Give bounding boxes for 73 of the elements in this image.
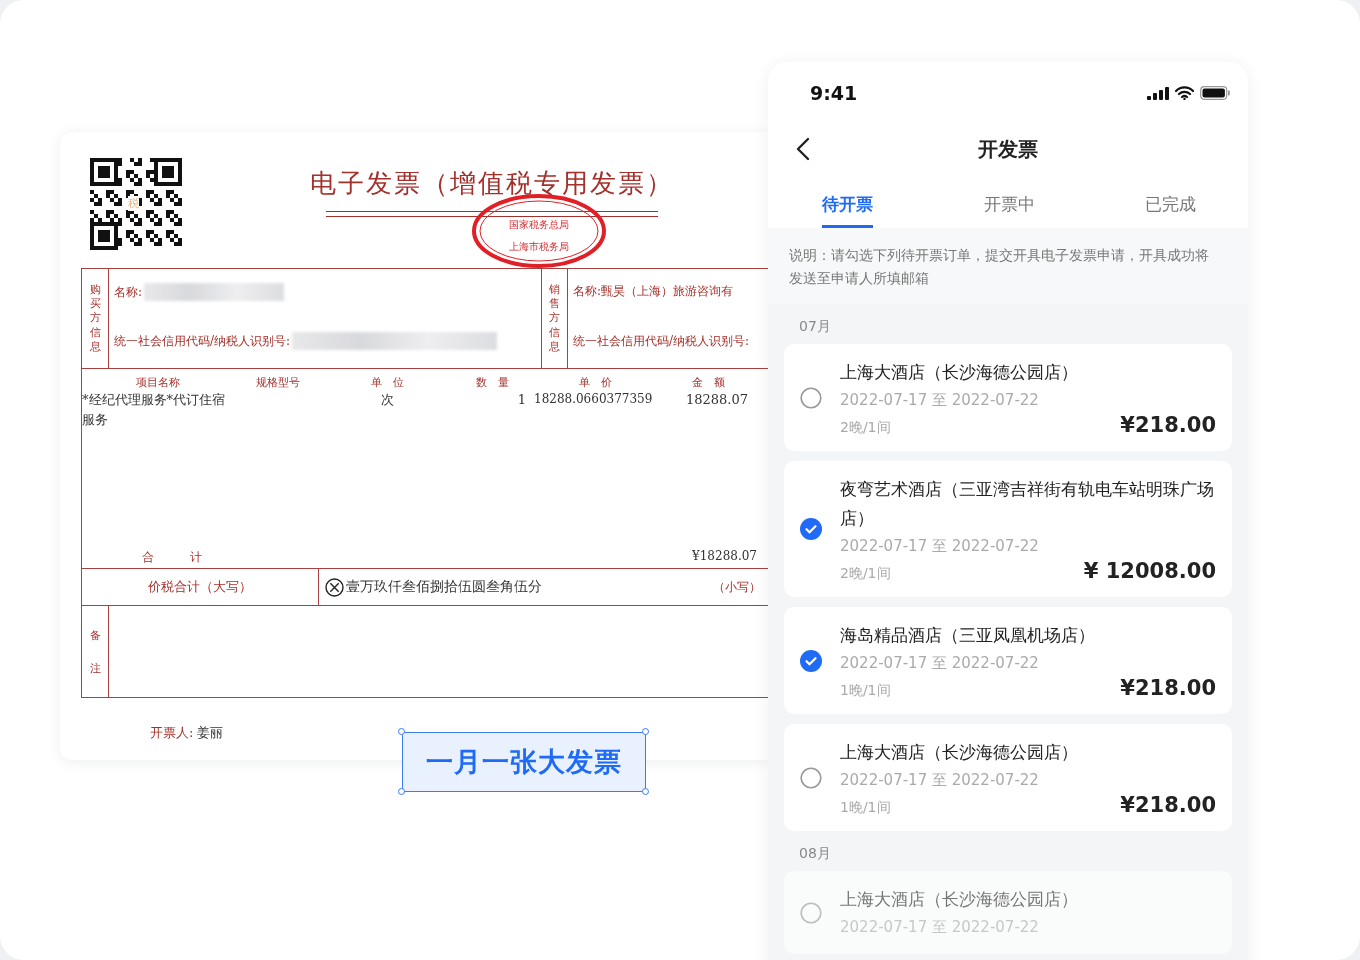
- radio-button[interactable]: [800, 386, 822, 409]
- order-card[interactable]: 海岛精品酒店（三亚凤凰机场店） 2022-07-17 至 2022-07-22 1晚/1间 ¥218.00: [784, 607, 1232, 714]
- field-label: 统一社会信用代码/纳税人识别号:: [114, 332, 291, 350]
- qr-code-icon: [90, 158, 182, 250]
- selection-handle[interactable]: [642, 728, 649, 735]
- section-label: 销售方信息: [541, 269, 568, 368]
- stay-dates: 2022-07-17 至 2022-07-22: [840, 770, 1040, 791]
- table-cell-text: 次: [379, 391, 395, 409]
- order-price: ¥218.00: [1120, 676, 1216, 700]
- table-cell-text: *经纪代理服务*代订住宿服务: [82, 391, 226, 430]
- order-price: ¥218.00: [1120, 413, 1216, 437]
- order-card[interactable]: 夜弯艺术酒店（三亚湾吉祥街有轨电车站明珠广场店） 2022-07-17 至 2022-07-22 2晚/1间 ¥ 12008.00: [784, 461, 1232, 597]
- column-header: 规格型号: [255, 375, 301, 390]
- callout-label: 一月一张大发票: [402, 732, 646, 792]
- order-card[interactable]: 上海大酒店（长沙海德公园店） 2022-07-17 至 2022-07-22 1晚/1间 ¥218.00: [784, 724, 1232, 831]
- page-title: 开发票: [978, 135, 1038, 163]
- column-header: 项目名称: [135, 375, 181, 390]
- total-label: 合 计: [142, 549, 202, 566]
- grand-total-label: 价税合计（大写）: [82, 569, 319, 605]
- field-label: （小写）: [713, 578, 761, 596]
- tab[interactable]: 开票中: [983, 193, 1035, 228]
- section-label: 购买方信息: [82, 269, 109, 368]
- issuer-name: 姜丽: [197, 724, 224, 742]
- invoice-title: 电子发票（增值税专用发票）: [310, 167, 674, 200]
- order-price: ¥218.00: [1120, 793, 1216, 817]
- table-cell-text: 18288.07: [684, 391, 749, 409]
- stay-dates: 2022-07-17 至 2022-07-22: [840, 390, 1040, 411]
- tab[interactable]: 已完成: [1145, 193, 1196, 228]
- stay-dates: 2022-07-17 至 2022-07-22: [840, 653, 1040, 674]
- column-header: 单 位: [369, 375, 405, 390]
- stay-length: 2晚/1间: [840, 419, 891, 437]
- hotel-name: 上海大酒店（长沙海德公园店）: [840, 361, 1079, 384]
- radio-button[interactable]: [800, 518, 822, 540]
- hotel-name: 海岛精品酒店（三亚凤凰机场店）: [840, 624, 1096, 647]
- stamp-icon: [471, 194, 607, 268]
- total-amount: ¥18288.07: [692, 549, 757, 565]
- section-label: 备注: [82, 606, 109, 697]
- circled-x-icon: [325, 577, 344, 597]
- selection-handle[interactable]: [398, 728, 405, 735]
- column-header: 数 量: [474, 375, 510, 390]
- table-cell-text: 1: [516, 391, 527, 409]
- field-label: 名称:: [114, 283, 143, 301]
- month-heading: 08月: [798, 844, 832, 863]
- signal-icon: [1147, 86, 1169, 100]
- hotel-name: 上海大酒店（长沙海德公园店）: [840, 888, 1079, 911]
- stay-length: 1晚/1间: [840, 682, 891, 700]
- notice-text: 说明：请勾选下列待开票订单，提交开具电子发票申请，开具成功将发送至申请人所填邮箱: [768, 228, 1248, 304]
- battery-icon: [1200, 86, 1230, 100]
- order-price: ¥ 12008.00: [1083, 559, 1216, 583]
- column-header: 金 额: [690, 375, 726, 390]
- month-heading: 07月: [798, 317, 832, 336]
- qr-mark: 税: [128, 196, 139, 211]
- radio-button[interactable]: [800, 901, 822, 924]
- radio-button[interactable]: [800, 649, 822, 672]
- stay-dates: 2022-07-17 至 2022-07-22: [840, 536, 1040, 557]
- field-label: 开票人:: [150, 724, 194, 742]
- order-card[interactable]: 上海大酒店（长沙海德公园店） 2022-07-17 至 2022-07-22 2晚/1间 ¥218.00: [784, 344, 1232, 451]
- hotel-name: 上海大酒店（长沙海德公园店）: [840, 741, 1079, 764]
- field-label: 统一社会信用代码/纳税人识别号:: [573, 333, 750, 350]
- stamp-text: 上海市税务局: [509, 240, 569, 254]
- seller-name: 名称:甄昊（上海）旅游咨询有: [573, 283, 734, 300]
- stay-length: 2晚/1间: [840, 565, 891, 583]
- stay-length: 1晚/1间: [840, 799, 891, 817]
- amount-in-words: 壹万玖仟叁佰捌拾伍圆叁角伍分: [346, 578, 542, 596]
- column-header: 单 价: [577, 375, 613, 390]
- selection-handle[interactable]: [642, 788, 649, 795]
- stamp-text: 国家税务总局: [509, 218, 569, 232]
- table-cell-text: 18288.0660377359: [533, 391, 654, 408]
- selection-handle[interactable]: [398, 788, 405, 795]
- hotel-name: 夜弯艺术酒店（三亚湾吉祥街有轨电车站明珠广场店）: [840, 478, 1215, 530]
- wifi-icon: [1175, 86, 1194, 100]
- radio-button[interactable]: [800, 766, 822, 789]
- status-time: 9:41: [810, 82, 858, 104]
